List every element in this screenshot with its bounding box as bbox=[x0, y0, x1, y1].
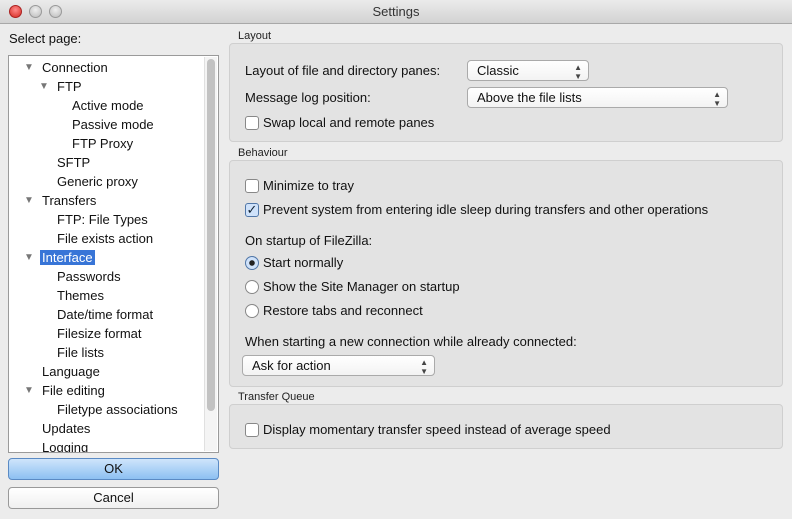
tree-item-file-editing[interactable]: ▼ File editing bbox=[24, 381, 105, 400]
tree-item-generic-proxy[interactable]: Generic proxy bbox=[57, 172, 138, 191]
tree-item-label: FTP bbox=[57, 79, 82, 94]
radio-icon bbox=[245, 304, 259, 318]
radio-icon bbox=[245, 280, 259, 294]
log-position-label: Message log position: bbox=[245, 90, 371, 105]
tree-item-interface[interactable]: ▼ Interface bbox=[24, 248, 95, 267]
tree-item-sftp[interactable]: SFTP bbox=[57, 153, 90, 172]
tree-item-label: Passive mode bbox=[72, 117, 154, 132]
tree-item-filesize-format[interactable]: Filesize format bbox=[57, 324, 142, 343]
panes-layout-select[interactable]: Classic ▲ ▼ bbox=[467, 60, 589, 81]
startup-label: On startup of FileZilla: bbox=[245, 233, 373, 248]
minimize-tray-label: Minimize to tray bbox=[263, 178, 355, 193]
tree-item-connection[interactable]: ▼ Connection bbox=[24, 58, 108, 77]
tree-item-transfers[interactable]: ▼ Transfers bbox=[24, 191, 97, 210]
tree-item-label: Logging bbox=[42, 440, 89, 453]
updown-arrows-icon: ▲ ▼ bbox=[420, 358, 428, 376]
tree-item-ftp-file-types[interactable]: FTP: File Types bbox=[57, 210, 148, 229]
tree-item-label: Transfers bbox=[42, 193, 97, 208]
tree-item-ftp[interactable]: ▼ FTP bbox=[39, 77, 82, 96]
ok-button[interactable]: OK bbox=[8, 458, 219, 480]
tree-item-label: Connection bbox=[42, 60, 108, 75]
new-connection-label: When starting a new connection while alr… bbox=[245, 334, 577, 349]
tree-item-label: File editing bbox=[42, 383, 105, 398]
tree-item-label: Filetype associations bbox=[57, 402, 178, 417]
tree-item-label: Language bbox=[42, 364, 100, 379]
tree-item-ftp-proxy[interactable]: FTP Proxy bbox=[72, 134, 133, 153]
tree-item-label: Themes bbox=[57, 288, 104, 303]
window-title: Settings bbox=[372, 4, 420, 19]
prevent-sleep-label: Prevent system from entering idle sleep … bbox=[263, 202, 709, 217]
tree-item-label: FTP Proxy bbox=[72, 136, 134, 151]
checkbox-icon bbox=[245, 179, 259, 193]
transfer-queue-group-title: Transfer Queue bbox=[238, 391, 315, 403]
expand-triangle-icon[interactable]: ▼ bbox=[24, 191, 34, 210]
tree-item-file-exists-action[interactable]: File exists action bbox=[57, 229, 153, 248]
tree-item-label: SFTP bbox=[57, 155, 91, 170]
tree-item-themes[interactable]: Themes bbox=[57, 286, 104, 305]
tree-item-label: Passwords bbox=[57, 269, 121, 284]
momentary-speed-label: Display momentary transfer speed instead… bbox=[263, 422, 611, 437]
expand-triangle-icon[interactable]: ▼ bbox=[24, 381, 34, 400]
tree-item-label: Filesize format bbox=[57, 326, 142, 341]
layout-group-title: Layout bbox=[238, 30, 272, 42]
tree-item-updates[interactable]: Updates bbox=[42, 419, 90, 438]
updown-arrows-icon: ▲ ▼ bbox=[713, 90, 721, 108]
select-page-label: Select page: bbox=[9, 31, 82, 46]
radio-label: Show the Site Manager on startup bbox=[263, 279, 460, 294]
log-position-select[interactable]: Above the file lists ▲ ▼ bbox=[467, 87, 728, 108]
swap-panes-label: Swap local and remote panes bbox=[263, 115, 435, 130]
new-connection-select[interactable]: Ask for action ▲ ▼ bbox=[242, 355, 435, 376]
checkbox-icon bbox=[245, 423, 259, 437]
panes-layout-label: Layout of file and directory panes: bbox=[245, 63, 441, 78]
updown-arrows-icon: ▲ ▼ bbox=[574, 63, 582, 81]
new-connection-value: Ask for action bbox=[252, 358, 331, 373]
tree-item-label: File exists action bbox=[57, 231, 154, 246]
tree-item-label: Generic proxy bbox=[57, 174, 138, 189]
tree-item-label: File lists bbox=[57, 345, 104, 360]
tree-item-label: Active mode bbox=[72, 98, 144, 113]
radio-icon bbox=[245, 256, 259, 270]
behaviour-group-title: Behaviour bbox=[238, 147, 288, 159]
minimize-window-button[interactable] bbox=[29, 5, 42, 18]
tree-item-logging[interactable]: Logging bbox=[42, 438, 89, 453]
close-window-button[interactable] bbox=[9, 5, 22, 18]
tree-item-label: FTP: File Types bbox=[57, 212, 148, 227]
tree-item-passwords[interactable]: Passwords bbox=[57, 267, 121, 286]
tree-item-filetype-associations[interactable]: Filetype associations bbox=[57, 400, 178, 419]
radio-label: Restore tabs and reconnect bbox=[263, 303, 423, 318]
zoom-window-button[interactable] bbox=[49, 5, 62, 18]
expand-triangle-icon[interactable]: ▼ bbox=[39, 77, 49, 96]
tree-item-passive-mode[interactable]: Passive mode bbox=[72, 115, 154, 134]
tree-item-label: Updates bbox=[42, 421, 91, 436]
tree-item-date-time-format[interactable]: Date/time format bbox=[57, 305, 153, 324]
tree-item-label: Date/time format bbox=[57, 307, 154, 322]
cancel-button[interactable]: Cancel bbox=[8, 487, 219, 509]
radio-label: Start normally bbox=[263, 255, 344, 270]
title-bar: Settings bbox=[0, 0, 792, 24]
expand-triangle-icon[interactable]: ▼ bbox=[24, 58, 34, 77]
expand-triangle-icon[interactable]: ▼ bbox=[24, 248, 34, 267]
tree-scrollbar[interactable] bbox=[204, 57, 217, 451]
tree-item-active-mode[interactable]: Active mode bbox=[72, 96, 144, 115]
tree-item-label: Interface bbox=[40, 250, 95, 265]
page-tree[interactable]: ▼ Connection ▼ FTP Active mode Passive mode FT… bbox=[8, 55, 219, 453]
scrollbar-thumb[interactable] bbox=[207, 59, 215, 411]
checkmark-icon: ✓ bbox=[245, 202, 259, 217]
panes-layout-value: Classic bbox=[477, 63, 519, 78]
log-position-value: Above the file lists bbox=[477, 90, 582, 105]
tree-item-language[interactable]: Language bbox=[42, 362, 100, 381]
tree-item-file-lists[interactable]: File lists bbox=[57, 343, 104, 362]
checkbox-icon bbox=[245, 116, 259, 130]
